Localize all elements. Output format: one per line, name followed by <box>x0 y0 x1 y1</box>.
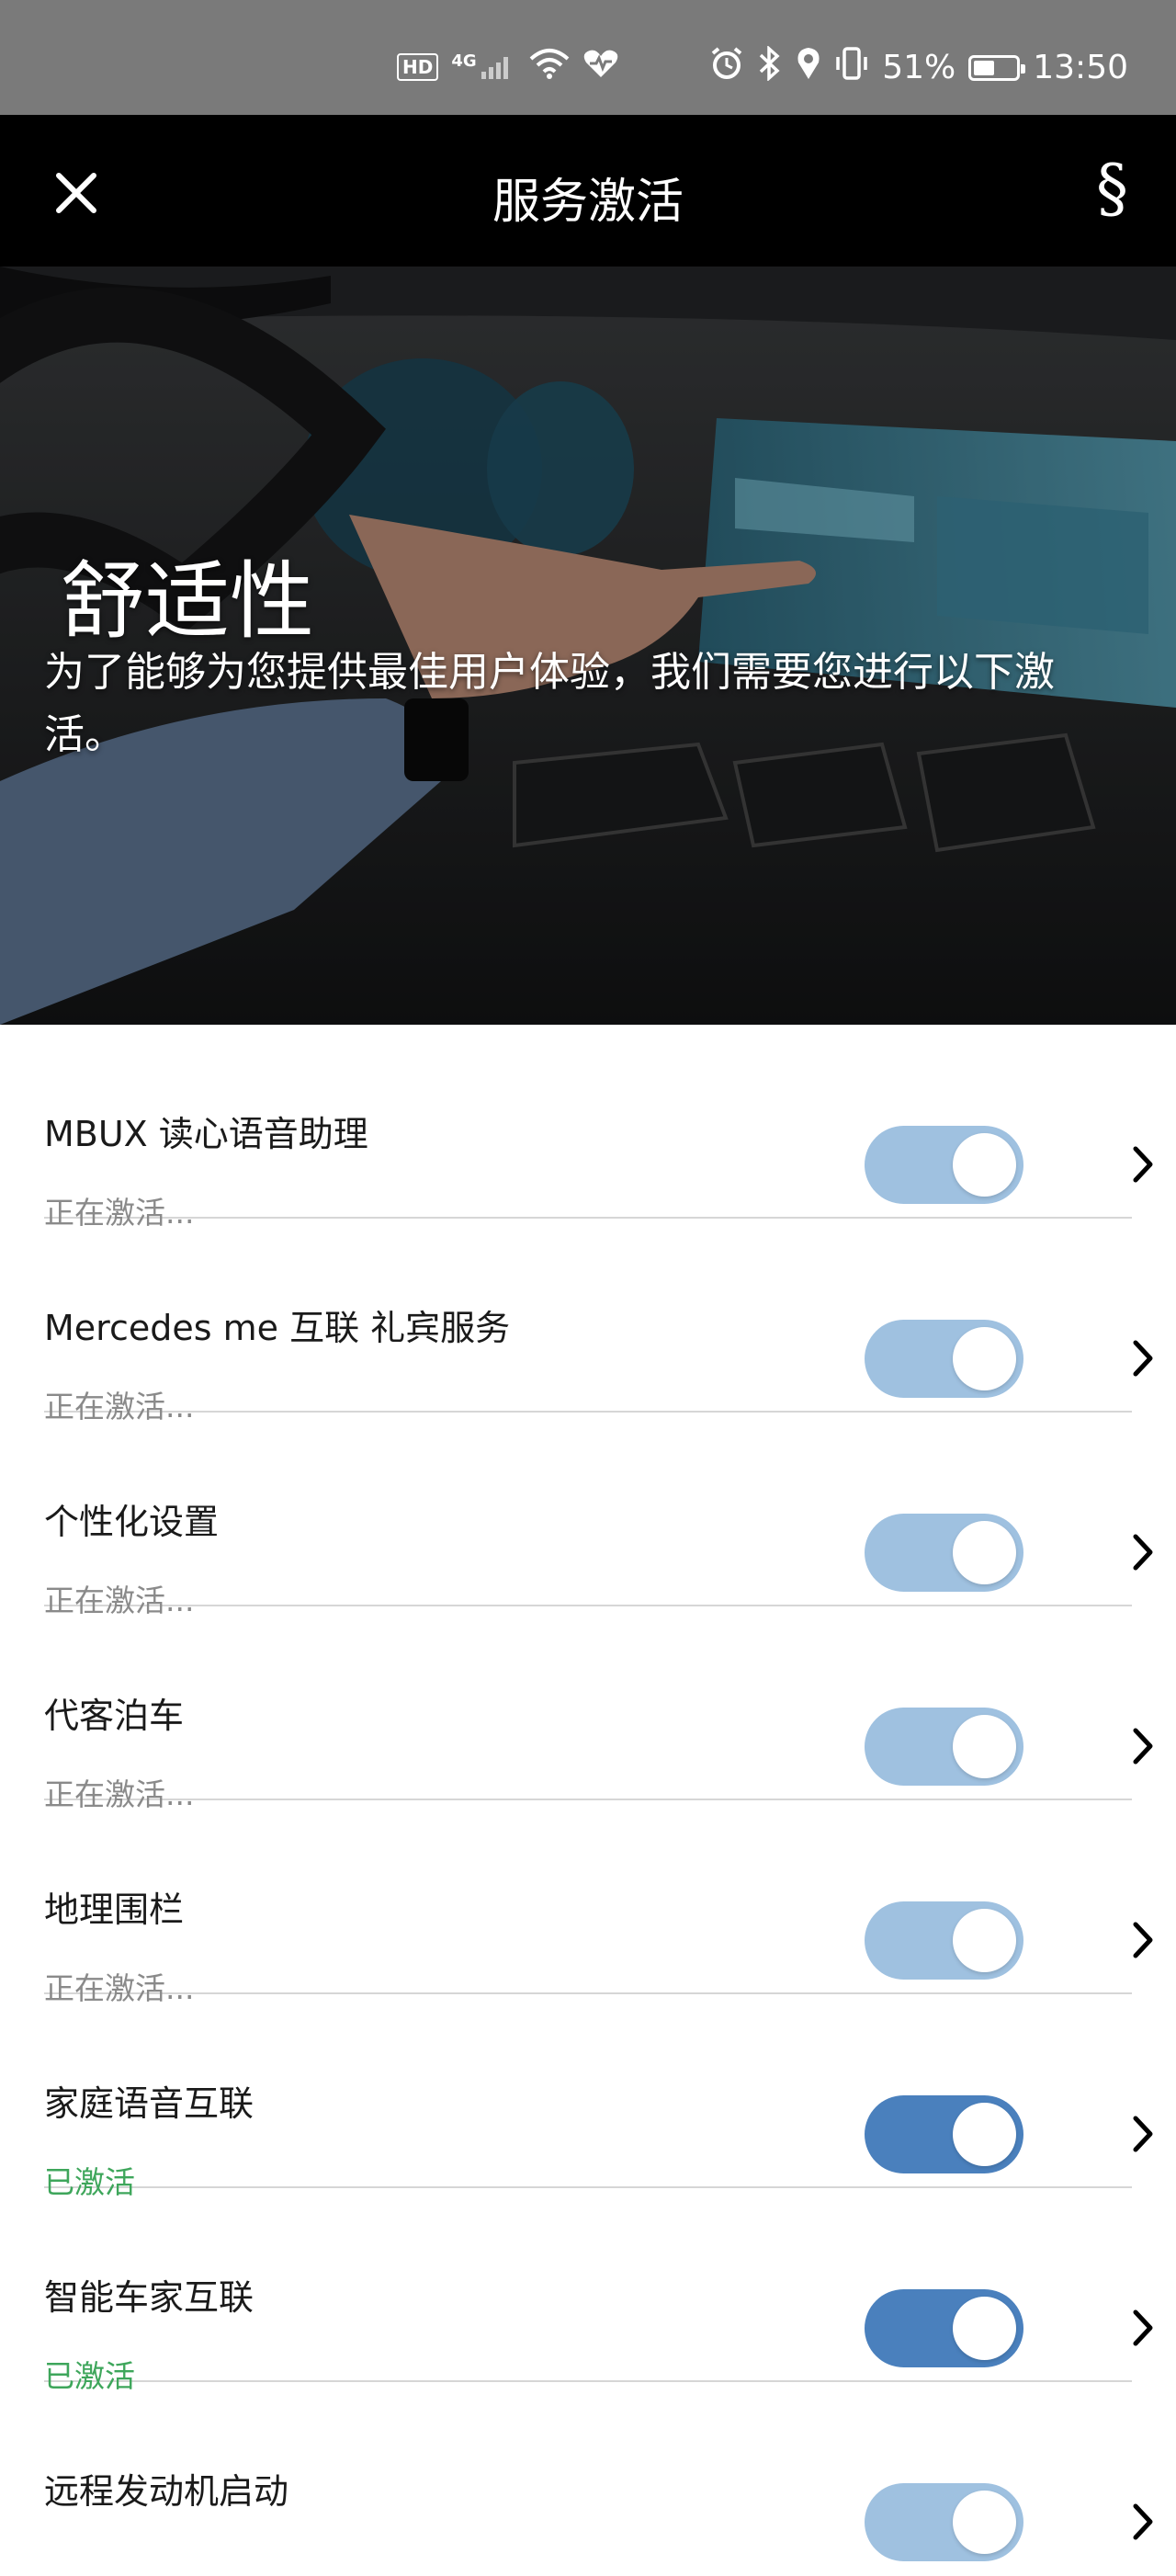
service-title: Mercedes me 互联 礼宾服务 <box>44 1308 511 1348</box>
service-list: MBUX 读心语音助理 正在激活... Mercedes me 互联 礼宾服务 … <box>0 1025 1176 2576</box>
service-title: 地理围栏 <box>44 1889 185 1930</box>
service-row-remote-start[interactable]: 远程发动机启动 <box>44 2382 1153 2576</box>
legal-button[interactable]: § <box>1096 152 1128 225</box>
service-toggle[interactable] <box>865 1320 1023 1398</box>
chevron-right-icon[interactable] <box>1119 1140 1165 1189</box>
toggle-knob <box>953 2103 1016 2166</box>
chevron-right-icon[interactable] <box>1119 1333 1165 1383</box>
alarm-icon <box>709 46 744 89</box>
service-row-smart-home[interactable]: 智能车家互联 已激活 <box>44 2188 1153 2394</box>
status-right-icons: 51% 13:50 <box>709 45 1128 89</box>
service-toggle[interactable] <box>865 1901 1023 1980</box>
bluetooth-icon <box>757 45 783 89</box>
toggle-knob <box>953 1521 1016 1584</box>
header: 服务激活 § <box>0 115 1176 267</box>
wifi-icon <box>529 48 570 85</box>
hero-title: 舒适性 <box>61 552 315 651</box>
service-title: 家庭语音互联 <box>44 2083 254 2124</box>
vibrate-icon <box>834 46 869 89</box>
toggle-knob <box>953 1715 1016 1778</box>
service-toggle[interactable] <box>865 2483 1023 2561</box>
toggle-knob <box>953 1133 1016 1197</box>
4g-label: 4G <box>451 51 477 71</box>
service-toggle[interactable] <box>865 2095 1023 2173</box>
chevron-right-icon[interactable] <box>1119 2303 1165 2353</box>
service-title: 个性化设置 <box>44 1502 220 1542</box>
clock: 13:50 <box>1033 49 1128 86</box>
status-bar: HD 4G 51% 13:50 <box>0 0 1176 115</box>
service-toggle[interactable] <box>865 1708 1023 1786</box>
page-title: 服务激活 <box>492 175 684 230</box>
service-title: 代客泊车 <box>44 1696 185 1736</box>
service-title: 远程发动机启动 <box>44 2471 289 2512</box>
location-icon <box>796 46 821 89</box>
service-row-valet-parking[interactable]: 代客泊车 正在激活... <box>44 1606 1153 1812</box>
chevron-right-icon[interactable] <box>1119 2497 1165 2547</box>
service-toggle[interactable] <box>865 2289 1023 2367</box>
battery-percent: 51% <box>882 49 956 86</box>
service-toggle[interactable] <box>865 1514 1023 1592</box>
service-row-personalization[interactable]: 个性化设置 正在激活... <box>44 1413 1153 1618</box>
service-title: 智能车家互联 <box>44 2277 254 2318</box>
chevron-right-icon[interactable] <box>1119 1915 1165 1965</box>
service-row-concierge[interactable]: Mercedes me 互联 礼宾服务 正在激活... <box>44 1219 1153 1424</box>
health-icon <box>582 48 619 85</box>
hero-banner: 舒适性 为了能够为您提供最佳用户体验，我们需要您进行以下激活。 <box>0 267 1176 1025</box>
toggle-knob <box>953 1909 1016 1972</box>
hd-icon: HD <box>397 52 439 81</box>
service-row-geofence[interactable]: 地理围栏 正在激活... <box>44 1800 1153 2006</box>
chevron-right-icon[interactable] <box>1119 1527 1165 1577</box>
service-row-mbux-voice[interactable]: MBUX 读心语音助理 正在激活... <box>44 1025 1153 1231</box>
status-left-icons: HD 4G <box>397 48 619 85</box>
chevron-right-icon[interactable] <box>1119 1721 1165 1771</box>
battery-fill <box>974 60 995 75</box>
chevron-right-icon[interactable] <box>1119 2109 1165 2159</box>
battery-icon <box>968 54 1026 81</box>
toggle-knob <box>953 1327 1016 1390</box>
toggle-knob <box>953 2491 1016 2554</box>
service-toggle[interactable] <box>865 1126 1023 1204</box>
4g-signal-icon: 4G <box>451 51 515 81</box>
toggle-knob <box>953 2297 1016 2360</box>
hero-subtitle: 为了能够为您提供最佳用户体验，我们需要您进行以下激活。 <box>44 649 1055 758</box>
service-row-home-voice[interactable]: 家庭语音互联 已激活 <box>44 1994 1153 2200</box>
service-title: MBUX 读心语音助理 <box>44 1114 368 1154</box>
